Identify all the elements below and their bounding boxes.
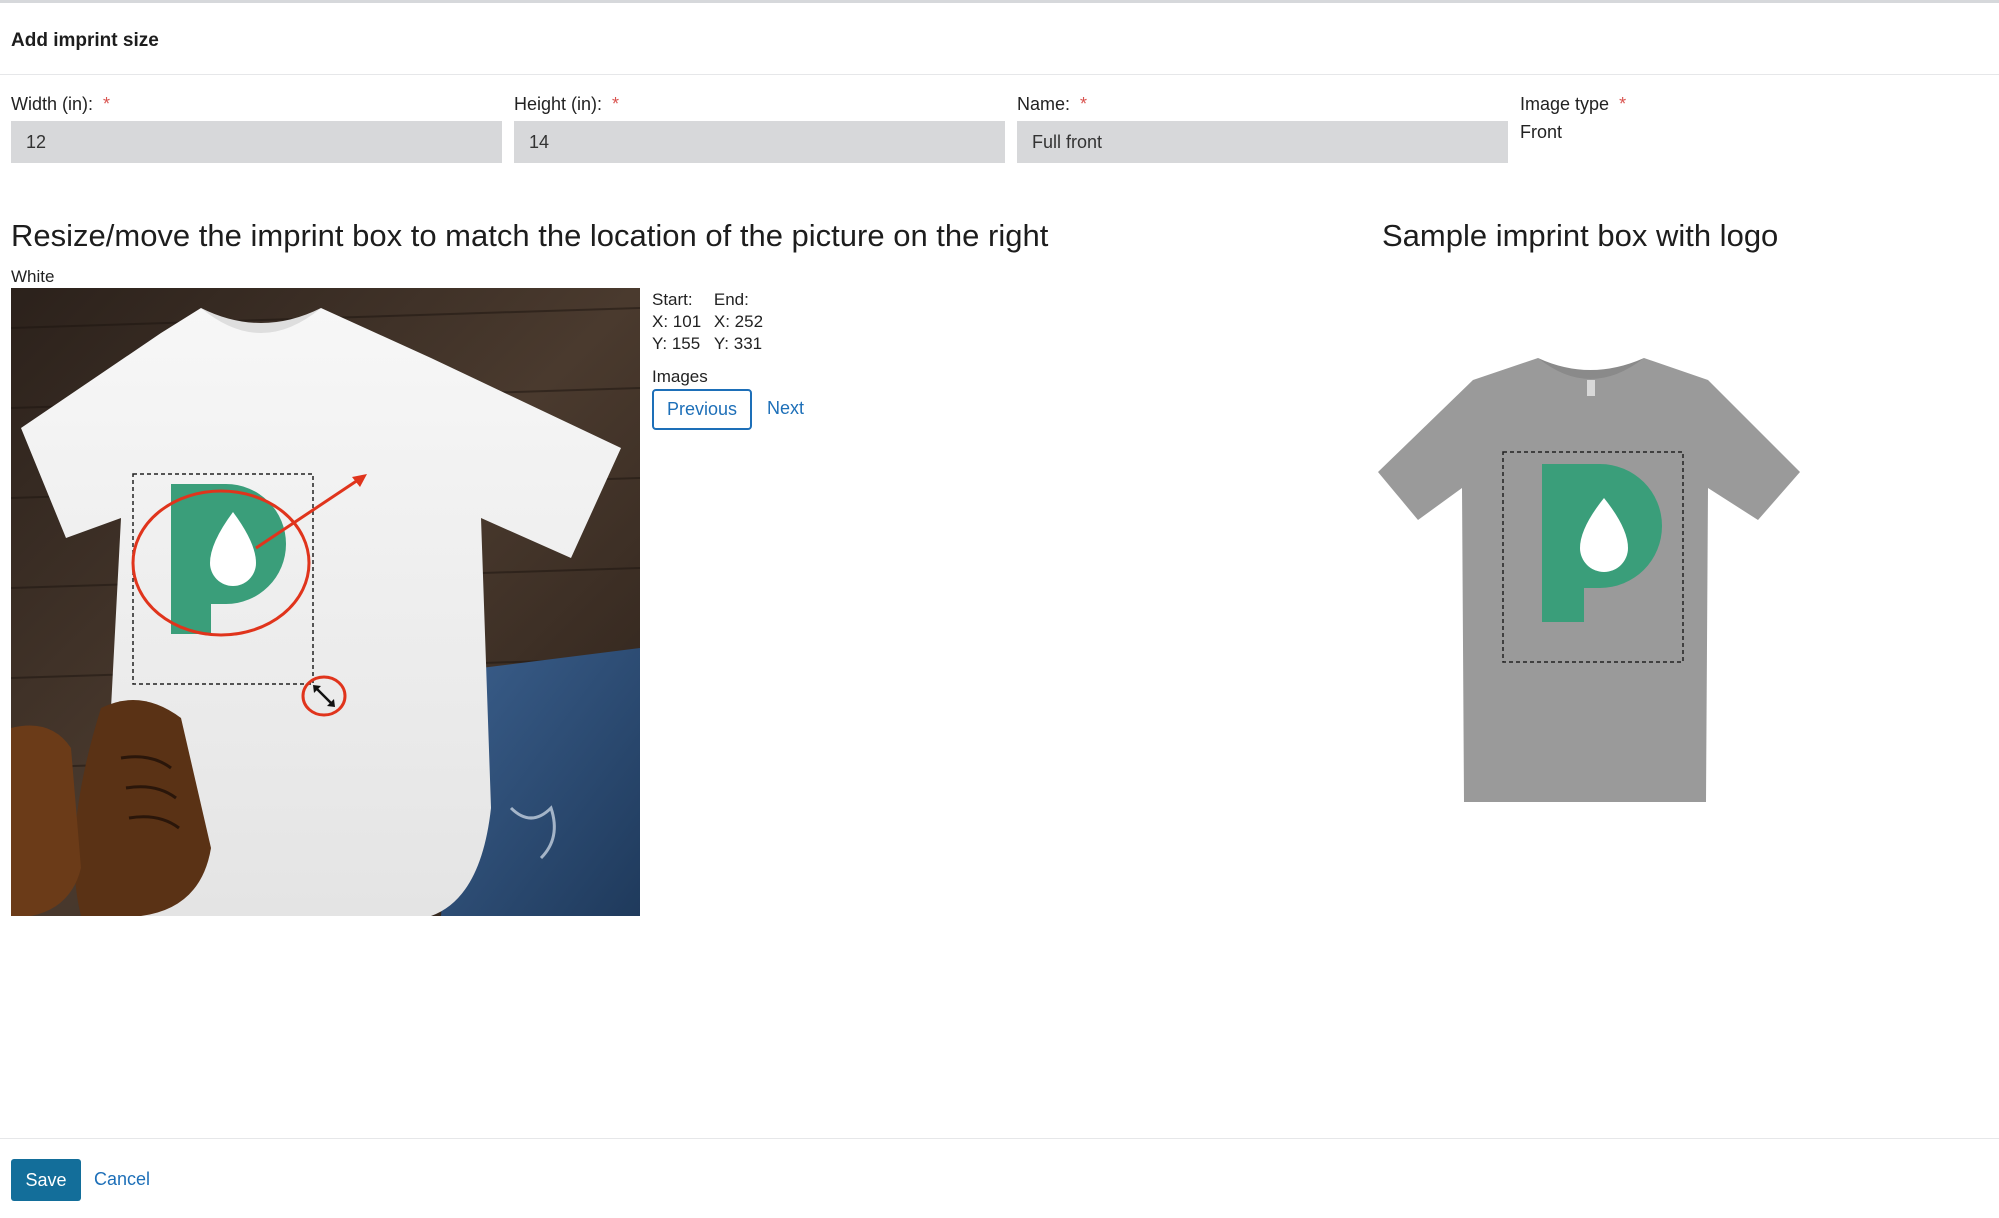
height-input[interactable] bbox=[514, 121, 1005, 163]
next-button[interactable]: Next bbox=[767, 398, 804, 419]
name-input[interactable] bbox=[1017, 121, 1508, 163]
coordinates-readout: Start: X: 101 Y: 155 End: X: 252 Y: 331 bbox=[652, 289, 771, 355]
cancel-button[interactable]: Cancel bbox=[94, 1169, 150, 1190]
start-label: Start: bbox=[652, 290, 693, 309]
end-label: End: bbox=[713, 290, 749, 309]
sample-title: Sample imprint box with logo bbox=[1382, 218, 1779, 253]
required-mark: * bbox=[1619, 94, 1627, 114]
image-type-label: Image type * bbox=[1520, 94, 1627, 114]
width-input[interactable] bbox=[11, 121, 502, 163]
height-label: Height (in): * bbox=[514, 94, 620, 114]
end-y: Y: 331 bbox=[713, 334, 763, 353]
dialog-footer: Save Cancel bbox=[0, 1138, 1999, 1218]
images-label: Images bbox=[652, 367, 708, 386]
start-y: Y: 155 bbox=[652, 334, 701, 353]
tshirt-photo[interactable] bbox=[11, 288, 640, 916]
start-coords: Start: X: 101 Y: 155 bbox=[652, 289, 701, 355]
required-mark: * bbox=[103, 94, 111, 114]
image-type-value: Front bbox=[1520, 122, 1563, 142]
end-x: X: 252 bbox=[713, 312, 764, 331]
name-label: Name: * bbox=[1017, 94, 1088, 114]
required-mark: * bbox=[1080, 94, 1088, 114]
end-coords: End: X: 252 Y: 331 bbox=[714, 289, 763, 355]
tag bbox=[1587, 380, 1595, 396]
save-button[interactable]: Save bbox=[11, 1159, 81, 1201]
start-x: X: 101 bbox=[652, 312, 702, 331]
previous-button[interactable]: Previous bbox=[652, 389, 752, 430]
width-label: Width (in): * bbox=[11, 94, 111, 114]
page-title: Add imprint size bbox=[11, 30, 159, 51]
sample-tshirt-image bbox=[1378, 340, 1803, 810]
boot-left bbox=[11, 725, 81, 916]
sample-tshirt-svg bbox=[1378, 358, 1800, 802]
tshirt-photo-svg bbox=[11, 288, 640, 916]
dialog-header: Add imprint size bbox=[0, 3, 1999, 75]
required-mark: * bbox=[612, 94, 620, 114]
editor-title: Resize/move the imprint box to match the… bbox=[11, 218, 1049, 253]
color-label: White bbox=[11, 267, 55, 286]
